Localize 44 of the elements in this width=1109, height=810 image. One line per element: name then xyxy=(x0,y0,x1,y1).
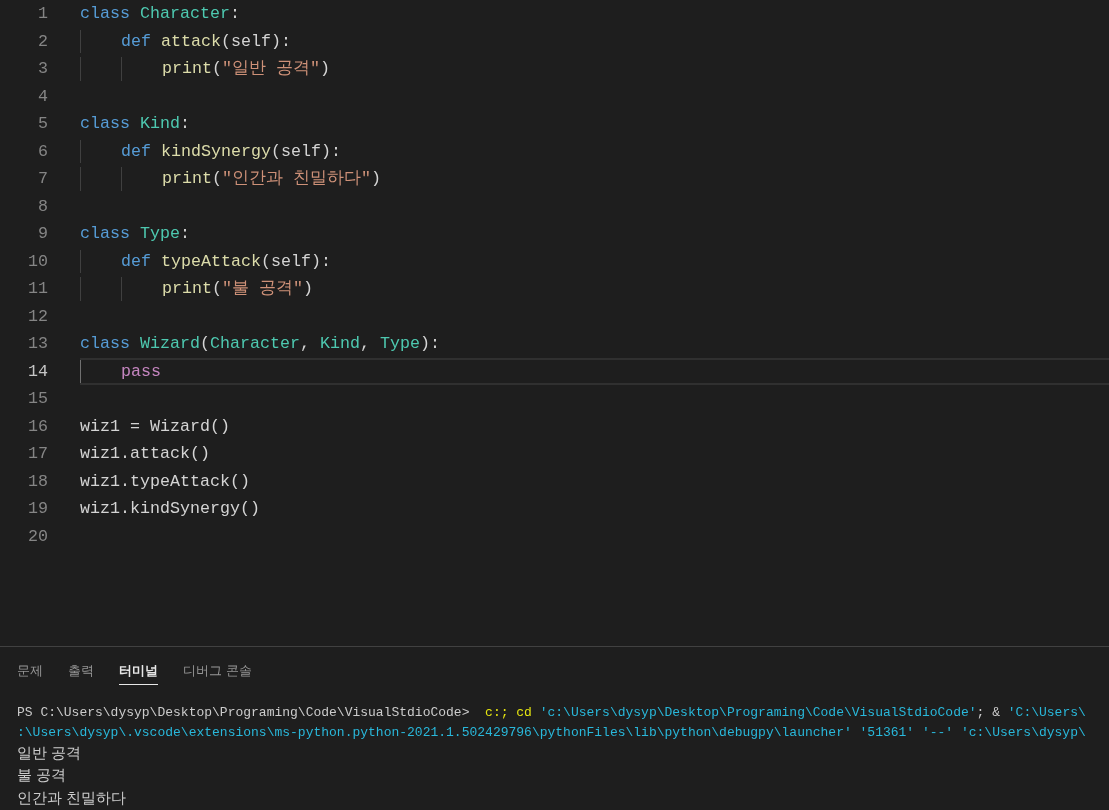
line-number: 7 xyxy=(37,168,48,191)
panel-tab[interactable]: 출력 xyxy=(68,657,94,685)
line-number: 5 xyxy=(37,113,48,136)
line-number: 6 xyxy=(37,140,48,163)
line-number: 16 xyxy=(27,415,48,438)
code-line: def typeAttack(self): xyxy=(80,249,331,273)
terminal-line: PS C:\Users\dysyp\Desktop\Programing\Code\VisualStdioCode> c:; cd 'c:\Users\dysyp\Desktop\Programing\Code\VisualStdioCode'; & 'C:\Users\ xyxy=(17,703,1086,722)
line-number: 8 xyxy=(37,195,48,218)
code-line: pass xyxy=(80,359,161,383)
line-number: 2 xyxy=(37,30,48,53)
terminal-line: :\Users\dysyp\.vscode\extensions\ms-python.python-2021.1.502429796\pythonFiles\lib\python\debugpy\launcher' '51361' '--' 'c:\Users\dysyp\ xyxy=(17,723,1086,742)
line-number: 1 xyxy=(37,3,48,26)
line-number: 15 xyxy=(27,388,48,411)
terminal-line: 일반 공격 xyxy=(17,743,82,764)
code-line: print("인간과 친밀하다") xyxy=(80,167,381,191)
line-number: 18 xyxy=(27,470,48,493)
line-number: 14 xyxy=(27,360,48,383)
panel-tab[interactable]: 디버그 콘솔 xyxy=(183,657,252,685)
code-line: class Character: xyxy=(80,3,240,26)
line-number: 19 xyxy=(27,498,48,521)
code-line: class Wizard(Character, Kind, Type): xyxy=(80,333,440,356)
line-number: 10 xyxy=(27,250,48,273)
code-line: def kindSynergy(self): xyxy=(80,139,341,163)
code-line: class Type: xyxy=(80,223,190,246)
line-number: 3 xyxy=(37,58,48,81)
line-number: 4 xyxy=(37,85,48,108)
panel-tab[interactable]: 터미널 xyxy=(119,657,158,685)
terminal-line: 인간과 친밀하다 xyxy=(17,787,127,808)
line-number: 12 xyxy=(27,305,48,328)
code-line: class Kind: xyxy=(80,113,190,136)
code-line: print("일반 공격") xyxy=(80,57,330,81)
panel-tab[interactable]: 문제 xyxy=(17,657,43,685)
line-number: 11 xyxy=(27,278,48,301)
terminal-line: 불 공격 xyxy=(17,765,67,786)
line-number: 9 xyxy=(37,223,48,246)
line-number: 13 xyxy=(27,333,48,356)
code-line: wiz1.kindSynergy() xyxy=(80,498,260,521)
line-number: 17 xyxy=(27,443,48,466)
code-line: wiz1.typeAttack() xyxy=(80,470,250,493)
code-line: wiz1 = Wizard() xyxy=(80,415,230,438)
code-line: def attack(self): xyxy=(80,29,291,53)
code-line: print("불 공격") xyxy=(80,277,313,301)
code-line: wiz1.attack() xyxy=(80,443,210,466)
line-number: 20 xyxy=(27,525,48,548)
